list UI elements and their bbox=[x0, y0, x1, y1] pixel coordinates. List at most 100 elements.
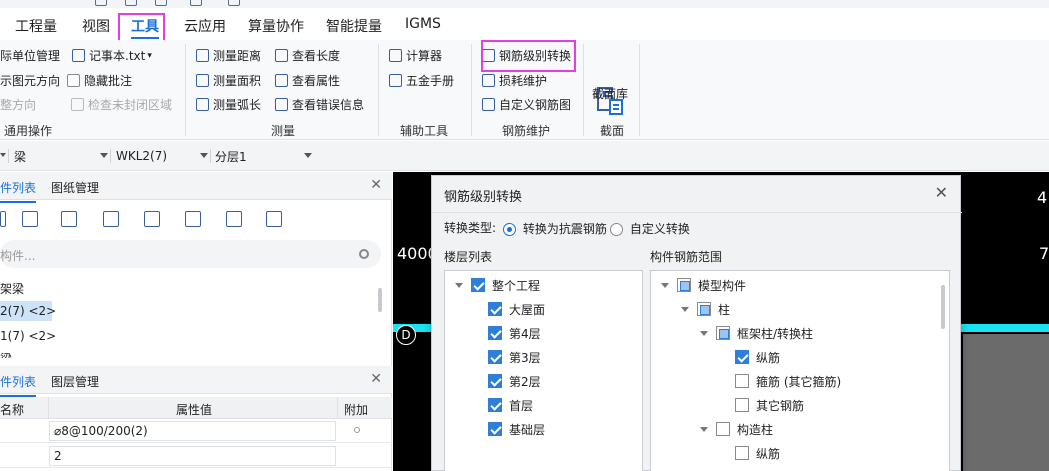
tree-item-wkl2[interactable]: 2(7) <2> bbox=[0, 304, 56, 318]
checkbox-icon[interactable] bbox=[677, 278, 691, 292]
view-errors-button[interactable]: 查看错误信息 bbox=[275, 96, 364, 113]
search-icon[interactable] bbox=[359, 249, 369, 259]
tree-item[interactable]: 其它钢筋 bbox=[735, 396, 804, 414]
checkbox-icon[interactable] bbox=[697, 302, 711, 316]
property-value-stirrup[interactable]: ⌀8@100/200(2) bbox=[49, 421, 336, 441]
option-seismic-radio[interactable]: 转换为抗震钢筋 bbox=[503, 220, 607, 237]
tree-item[interactable]: 纵筋 bbox=[735, 348, 780, 366]
tab-smart-extract[interactable]: 智能提量 bbox=[326, 16, 382, 36]
checkbox-icon[interactable] bbox=[735, 446, 749, 460]
checkbox-icon[interactable] bbox=[488, 374, 502, 388]
tab-drawing-management[interactable]: 图纸管理 bbox=[51, 179, 99, 196]
checkbox-icon[interactable] bbox=[735, 374, 749, 388]
tab-view[interactable]: 视图 bbox=[82, 16, 110, 36]
loss-maintenance-button[interactable]: 损耗维护 bbox=[482, 72, 547, 89]
filter-icon[interactable] bbox=[266, 211, 282, 227]
checkbox-icon[interactable] bbox=[716, 422, 730, 436]
checkbox-icon[interactable] bbox=[488, 326, 502, 340]
quick-access-icon[interactable] bbox=[228, 0, 240, 6]
close-icon[interactable]: ✕ bbox=[935, 183, 948, 202]
unit-management-button[interactable]: 际单位管理 bbox=[0, 47, 60, 64]
tab-igms[interactable]: IGMS bbox=[405, 16, 441, 32]
notepad-button[interactable]: 记事本.txt ▾ bbox=[72, 47, 152, 64]
chevron-down-icon[interactable] bbox=[700, 426, 708, 432]
tab-component-list[interactable]: 件列表 bbox=[0, 179, 37, 203]
tree-item[interactable]: 构造柱 bbox=[700, 420, 773, 438]
measure-area-button[interactable]: 测量面积 bbox=[196, 72, 261, 89]
chevron-down-icon[interactable] bbox=[700, 330, 708, 336]
hide-comments-checkbox[interactable]: 隐藏批注 bbox=[67, 72, 132, 89]
chevron-down-icon[interactable] bbox=[661, 282, 669, 288]
hardware-manual-button[interactable]: 五金手册 bbox=[389, 72, 454, 89]
tree-item[interactable]: 箍筋 (其它箍筋) bbox=[735, 372, 841, 390]
tree-item[interactable]: 框架柱/转换柱 bbox=[700, 324, 813, 342]
tree-item-beam[interactable]: 梁 bbox=[0, 350, 12, 358]
copy-icon[interactable] bbox=[22, 211, 38, 227]
close-icon[interactable]: ✕ bbox=[370, 177, 382, 193]
check-unclosed-area-button[interactable]: 检查未封闭区域 bbox=[71, 96, 172, 113]
show-direction-button[interactable]: 示图元方向 bbox=[0, 72, 60, 89]
measure-arc-label: 测量弧长 bbox=[213, 98, 262, 112]
checkbox-icon[interactable] bbox=[735, 350, 749, 364]
list-item[interactable]: 大屋面 bbox=[488, 300, 545, 318]
property-value-legs[interactable]: 2 bbox=[49, 446, 336, 466]
duplicate-icon[interactable] bbox=[103, 211, 119, 227]
list-item[interactable]: 整个工程 bbox=[455, 276, 540, 294]
adjust-direction-button[interactable]: 整方向 bbox=[0, 96, 36, 113]
checkbox-icon[interactable] bbox=[735, 398, 749, 412]
layer-select[interactable]: 分层1 bbox=[215, 147, 312, 165]
checkbox-icon[interactable] bbox=[488, 398, 502, 412]
component-panel-tabs: 件列表 图纸管理 ✕ bbox=[0, 172, 392, 203]
section-library-button[interactable]: 截面库 bbox=[592, 85, 628, 102]
list-item[interactable]: 基础层 bbox=[488, 420, 545, 438]
new-component-icon[interactable] bbox=[0, 211, 6, 227]
chevron-down-icon[interactable] bbox=[455, 282, 463, 288]
quick-access-icon[interactable] bbox=[190, 0, 202, 6]
tab-collaboration[interactable]: 算量协作 bbox=[248, 16, 304, 36]
tab-quantity[interactable]: 工程量 bbox=[15, 16, 57, 36]
tab-component-list-2[interactable]: 件列表 bbox=[0, 373, 37, 397]
tree-item[interactable]: 纵筋 bbox=[735, 444, 780, 462]
list-item[interactable]: 第4层 bbox=[488, 324, 541, 342]
measure-arc-button[interactable]: 测量弧长 bbox=[196, 96, 261, 113]
component-search-input[interactable]: 构件... bbox=[0, 240, 381, 268]
tree-item[interactable]: 模型构件 bbox=[661, 276, 746, 294]
tree-item[interactable]: 柱 bbox=[681, 300, 730, 318]
option-custom-radio[interactable]: 自定义转换 bbox=[610, 220, 690, 237]
list-item[interactable]: 第2层 bbox=[488, 372, 541, 390]
quick-access-icon[interactable] bbox=[155, 0, 167, 6]
floor-label: 首层 bbox=[509, 398, 534, 413]
scrollbar[interactable] bbox=[378, 288, 382, 312]
checkbox-icon[interactable] bbox=[488, 422, 502, 436]
export-icon[interactable] bbox=[185, 211, 201, 227]
quick-access-icon[interactable] bbox=[95, 0, 107, 6]
measure-distance-button[interactable]: 测量距离 bbox=[196, 47, 261, 64]
checkbox-icon[interactable] bbox=[488, 302, 502, 316]
copy-floor-icon[interactable] bbox=[144, 211, 160, 227]
calculator-button[interactable]: 计算器 bbox=[389, 47, 442, 64]
list-item[interactable]: 首层 bbox=[488, 396, 533, 414]
scrollbar[interactable] bbox=[941, 285, 945, 329]
tree-item-label: 其它钢筋 bbox=[756, 398, 805, 413]
checkbox-icon[interactable] bbox=[716, 326, 730, 340]
checkbox-icon[interactable] bbox=[471, 278, 485, 292]
checkbox-icon[interactable] bbox=[488, 350, 502, 364]
chevron-down-icon[interactable] bbox=[681, 306, 689, 312]
view-properties-button[interactable]: 查看属性 bbox=[275, 72, 340, 89]
tree-item-wkl1[interactable]: 1(7) <2> bbox=[0, 329, 56, 343]
tab-cloud-apps[interactable]: 云应用 bbox=[184, 16, 226, 36]
tree-item-frame-beam[interactable]: 架梁 bbox=[0, 280, 24, 297]
quick-access-icon[interactable] bbox=[125, 0, 137, 6]
list-item[interactable]: 第3层 bbox=[488, 348, 541, 366]
attachment-radio[interactable] bbox=[354, 427, 360, 433]
view-length-button[interactable]: 查看长度 bbox=[275, 47, 340, 64]
check-unclosed-area-label: 检查未封闭区域 bbox=[88, 98, 173, 112]
axis-marker: D bbox=[396, 325, 416, 345]
component-name-select[interactable]: WKL2(7) bbox=[116, 147, 208, 165]
custom-rebar-figure-button[interactable]: 自定义钢筋图 bbox=[482, 96, 571, 113]
list-icon[interactable] bbox=[226, 211, 242, 227]
close-icon[interactable]: ✕ bbox=[370, 371, 382, 387]
delete-icon[interactable] bbox=[61, 211, 77, 227]
component-type-select[interactable]: 梁 bbox=[14, 147, 108, 165]
tab-layer-management[interactable]: 图层管理 bbox=[51, 373, 99, 390]
